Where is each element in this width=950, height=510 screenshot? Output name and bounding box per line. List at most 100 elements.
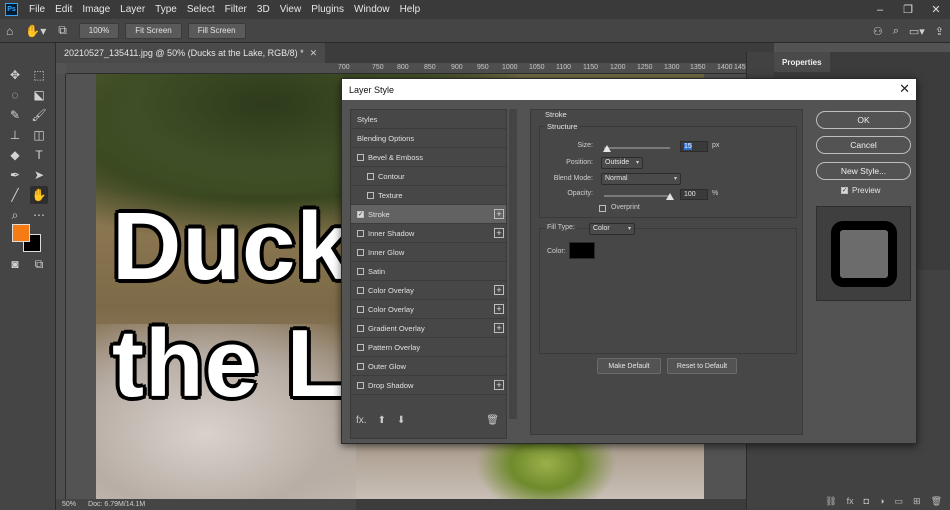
reset-default-button[interactable]: Reset to Default	[667, 358, 737, 374]
adjustment-layer-icon[interactable]: ◑	[879, 496, 884, 506]
fill-screen-button[interactable]: Fill Screen	[187, 22, 246, 39]
close-window-icon[interactable]: ✕	[922, 0, 950, 19]
more-tools-icon[interactable]: ⋯	[30, 206, 48, 224]
brush-tool-icon[interactable]: 🖌	[30, 106, 48, 124]
checkbox[interactable]	[357, 305, 364, 313]
styles-header[interactable]: Styles	[351, 110, 506, 129]
checkbox[interactable]	[357, 343, 364, 351]
fx-icon[interactable]: fx.	[356, 415, 367, 426]
fill-type-select[interactable]: Color ▾	[589, 223, 635, 235]
effect-bevel-emboss[interactable]: Bevel & Emboss	[351, 148, 506, 167]
size-slider-thumb[interactable]	[603, 145, 611, 152]
blending-options-item[interactable]: Blending Options	[351, 129, 506, 148]
home-icon[interactable]: ⌂	[0, 24, 19, 38]
screen-mode-icon[interactable]: ⧉	[30, 255, 48, 273]
eraser-tool-icon[interactable]: ◫	[30, 126, 48, 144]
add-inner-shadow-icon[interactable]: +	[494, 228, 504, 238]
lasso-tool-icon[interactable]: ◌	[6, 86, 24, 104]
checkbox[interactable]	[357, 153, 364, 161]
effect-outer-glow[interactable]: Outer Glow	[351, 357, 506, 376]
menu-type[interactable]: Type	[150, 0, 182, 19]
effect-color-overlay-2[interactable]: Color Overlay +	[351, 300, 506, 319]
checkbox[interactable]	[357, 362, 364, 370]
size-slider[interactable]	[604, 147, 670, 149]
minimize-icon[interactable]: –	[866, 0, 894, 19]
checkbox[interactable]	[357, 324, 364, 332]
menu-file[interactable]: File	[24, 0, 50, 19]
share-icon[interactable]: ⚇	[873, 25, 883, 38]
effect-color-overlay[interactable]: Color Overlay +	[351, 281, 506, 300]
search-icon[interactable]: ⌕	[893, 25, 899, 38]
add-color-overlay-icon[interactable]: +	[494, 285, 504, 295]
fit-screen-button[interactable]: Fit Screen	[125, 22, 182, 39]
add-drop-shadow-icon[interactable]: +	[494, 380, 504, 390]
marquee-tool-icon[interactable]: ⬚	[30, 66, 48, 84]
checkbox[interactable]	[357, 248, 364, 256]
path-select-icon[interactable]: ➤	[30, 166, 48, 184]
document-tab[interactable]: 20210527_135411.jpg @ 50% (Ducks at the …	[56, 43, 326, 63]
checkbox[interactable]	[357, 381, 364, 389]
preview-row[interactable]: ✓ Preview	[835, 186, 880, 195]
spot-healing-icon[interactable]: ✎	[6, 106, 24, 124]
menu-image[interactable]: Image	[77, 0, 115, 19]
add-stroke-icon[interactable]: +	[494, 209, 504, 219]
checkbox[interactable]	[357, 229, 364, 237]
blend-mode-select[interactable]: Normal ▾	[601, 173, 681, 185]
preview-checkbox[interactable]: ✓	[841, 187, 848, 194]
menu-edit[interactable]: Edit	[50, 0, 77, 19]
menu-view[interactable]: View	[275, 0, 307, 19]
hand-tool-icon[interactable]: ✋▾	[19, 24, 52, 38]
new-style-button[interactable]: New Style...	[816, 162, 911, 180]
delete-layer-icon[interactable]: 🗑	[931, 496, 942, 507]
workspace-icon[interactable]: ▭▾	[909, 25, 925, 38]
menu-select[interactable]: Select	[182, 0, 220, 19]
make-default-button[interactable]: Make Default	[597, 358, 661, 374]
properties-tab[interactable]: Properties	[774, 52, 830, 72]
group-icon[interactable]: ▭	[895, 496, 904, 507]
foreground-color-swatch[interactable]	[12, 224, 30, 242]
checkbox[interactable]	[357, 286, 364, 294]
menu-help[interactable]: Help	[395, 0, 426, 19]
clone-stamp-icon[interactable]: ⊥	[6, 126, 24, 144]
link-layers-icon[interactable]: ⛓	[825, 496, 836, 507]
menu-filter[interactable]: Filter	[220, 0, 252, 19]
quick-mask-icon[interactable]: ◙	[6, 255, 24, 273]
share-export-icon[interactable]: ⇪	[935, 25, 944, 38]
restore-icon[interactable]: ❐	[894, 0, 922, 19]
menu-window[interactable]: Window	[349, 0, 395, 19]
pen-tool-icon[interactable]: ✒	[6, 166, 24, 184]
zoom-tool-icon[interactable]: ⌕	[6, 206, 24, 224]
menu-3d[interactable]: 3D	[252, 0, 275, 19]
add-color-overlay-icon[interactable]: +	[494, 304, 504, 314]
close-icon[interactable]: ✕	[899, 81, 910, 97]
paint-bucket-icon[interactable]: ◆	[6, 146, 24, 164]
effect-satin[interactable]: Satin	[351, 262, 506, 281]
ok-button[interactable]: OK	[816, 111, 911, 129]
opacity-slider[interactable]	[604, 195, 670, 197]
checkbox[interactable]	[367, 191, 374, 199]
position-select[interactable]: Outside ▾	[601, 157, 643, 169]
overprint-checkbox[interactable]	[599, 205, 606, 212]
move-tool-icon[interactable]: ✥	[6, 66, 24, 84]
zoom-level[interactable]: 50%	[56, 501, 82, 508]
scroll-all-windows-icon[interactable]: ⧉	[52, 23, 73, 38]
opacity-input[interactable]: 100	[680, 189, 708, 200]
styles-scrollbar[interactable]	[509, 109, 517, 419]
trash-icon[interactable]: 🗑	[486, 415, 499, 426]
new-layer-icon[interactable]: ⊞	[913, 496, 921, 507]
size-input[interactable]: 15	[680, 141, 708, 152]
effect-contour[interactable]: Contour	[351, 167, 506, 186]
menu-plugins[interactable]: Plugins	[306, 0, 349, 19]
effect-stroke[interactable]: ✓ Stroke +	[351, 205, 506, 224]
checkbox[interactable]	[357, 267, 364, 275]
add-mask-icon[interactable]: ◘	[864, 496, 869, 506]
layer-fx-icon[interactable]: fx	[847, 496, 854, 506]
move-up-icon[interactable]: ⬆	[378, 415, 386, 426]
effect-inner-glow[interactable]: Inner Glow	[351, 243, 506, 262]
checkbox[interactable]: ✓	[357, 210, 364, 218]
effect-pattern-overlay[interactable]: Pattern Overlay	[351, 338, 506, 357]
close-tab-icon[interactable]: ✕	[310, 48, 318, 59]
opacity-slider-thumb[interactable]	[666, 193, 674, 200]
line-tool-icon[interactable]: ╱	[6, 186, 24, 204]
effect-texture[interactable]: Texture	[351, 186, 506, 205]
